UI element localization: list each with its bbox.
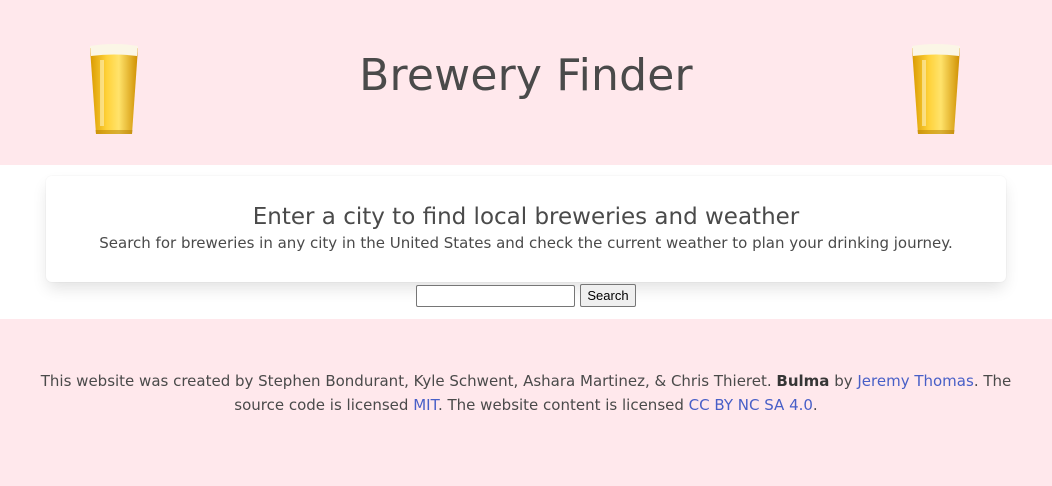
- footer: This website was created by Stephen Bond…: [0, 319, 1052, 486]
- search-section: Enter a city to find local breweries and…: [0, 165, 1052, 319]
- hero-header: Brewery Finder: [0, 0, 1052, 165]
- card-subtitle: Search for breweries in any city in the …: [99, 234, 953, 252]
- cc-license-link[interactable]: CC BY NC SA 4.0: [689, 396, 813, 414]
- mit-license-link[interactable]: MIT: [413, 396, 438, 414]
- footer-content-text: . The website content is licensed: [437, 396, 689, 414]
- footer-text: This website was created by Stephen Bond…: [20, 369, 1032, 417]
- footer-credits: This website was created by Stephen Bond…: [40, 372, 777, 390]
- beer-glass-icon: [912, 44, 960, 134]
- page-title: Brewery Finder: [359, 50, 693, 101]
- footer-by: by: [829, 372, 858, 390]
- search-button[interactable]: Search: [580, 284, 636, 307]
- card-title: Enter a city to find local breweries and…: [252, 204, 800, 230]
- search-form: Search: [0, 284, 1052, 307]
- footer-period: .: [812, 396, 818, 414]
- city-search-input[interactable]: [416, 284, 576, 307]
- intro-card: Enter a city to find local breweries and…: [46, 176, 1006, 282]
- footer-brand: Bulma: [776, 372, 830, 390]
- author-link[interactable]: Jeremy Thomas: [857, 372, 973, 390]
